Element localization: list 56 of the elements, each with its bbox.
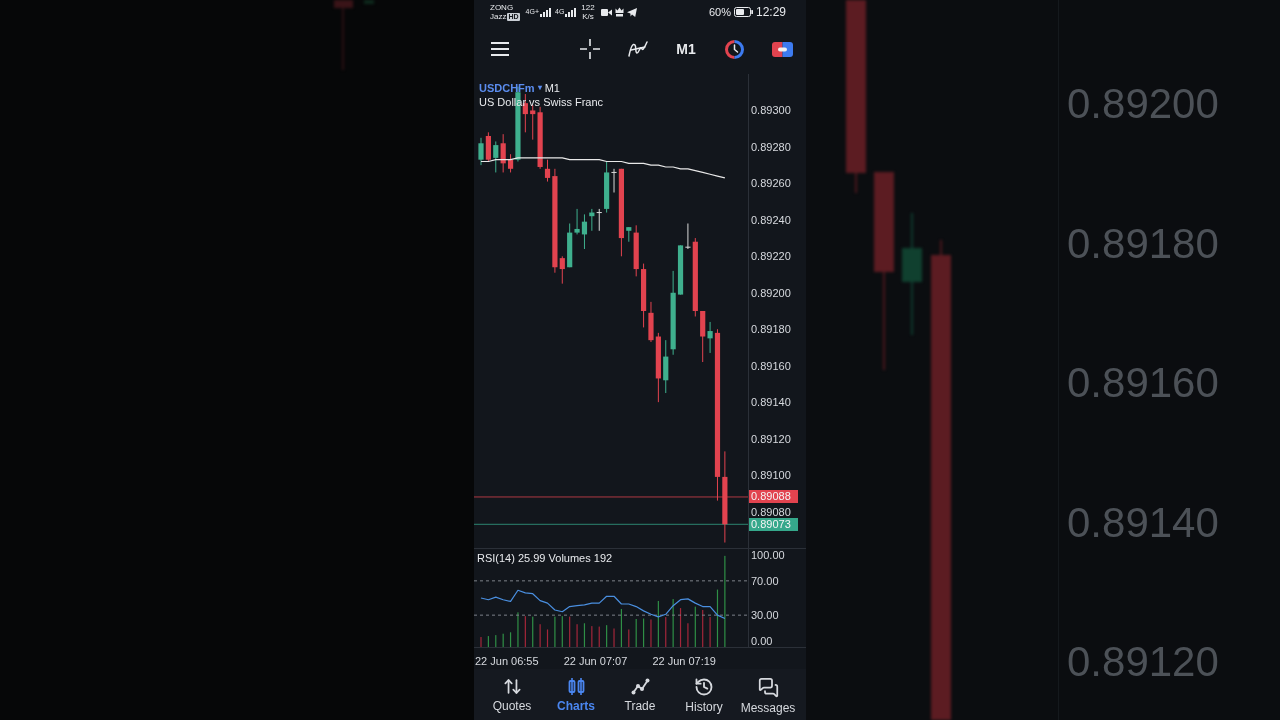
speed-value: 122 [581,3,595,12]
axis-label: 0.89140 [751,395,791,410]
axis-label: 0.89080 [751,504,791,519]
speed-unit: K/s [582,12,594,21]
chat-bubbles-icon [757,677,779,698]
axis-label: 0.89240 [751,212,791,227]
clock-time: 12:29 [755,5,786,19]
line-chart-icon [630,677,650,696]
backdrop-price-label: 0.89180 [1067,219,1220,268]
carrier-name: Jazz [490,12,507,21]
axis-label: 100.00 [751,548,785,563]
axis-label: 0.89180 [751,322,791,337]
wave-line-icon[interactable] [628,40,648,58]
arrows-up-down-icon [502,677,522,696]
axis-label: 0.00 [751,633,773,648]
time-label: 22 Jun 07:07 [563,655,628,667]
paper-plane-icon [626,7,637,17]
time-label: 22 Jun 07:19 [652,655,716,667]
axis-label: 0.89100 [751,468,791,483]
backdrop-price-label: 0.89140 [1067,498,1220,547]
price-tag: 0.89073 [749,517,798,531]
axis-label: 0.89200 [751,285,791,300]
history-icon [694,677,714,697]
crown-icon [614,7,624,17]
battery-percent: 60% [708,5,731,19]
axis-label: 0.89220 [751,249,791,264]
axis-label: 0.89260 [751,176,791,191]
timeframe-label: M1 [544,81,560,95]
axis-label: 70.00 [751,573,779,588]
nav-tab[interactable]: Trade [608,669,672,720]
candlestick-icon [566,677,586,696]
crosshair-icon[interactable] [580,39,600,59]
nav-tab[interactable]: Quotes [480,669,544,720]
nav-tab[interactable]: Charts [544,669,608,720]
time-label: 22 Jun 06:55 [475,655,539,667]
carrier-name: ZONG [490,3,515,12]
clock-icon[interactable] [724,39,744,59]
axis-label: 30.00 [751,608,779,623]
axis-label: 0.89280 [751,139,791,154]
menu-icon[interactable] [491,42,509,56]
backdrop-price-label: 0.89160 [1067,359,1220,407]
axis-label: 0.89120 [751,431,791,446]
backdrop-price-label: 0.89120 [1067,638,1220,686]
symbol-selector[interactable]: USDCHFm ▾ [479,81,542,95]
nav-tab[interactable]: History [672,669,736,720]
video-camera-icon [600,8,612,16]
nav-tab[interactable]: Messages [736,669,800,720]
signal-icon [565,7,577,17]
axis-label: 0.89300 [751,103,791,118]
timeframe-button[interactable]: M1 [676,40,696,58]
axis-label: 0.89160 [751,358,791,373]
toggle-icon[interactable] [771,41,793,57]
backdrop-price-label: 0.89200 [1067,80,1220,128]
price-tag: 0.89088 [749,490,798,504]
signal-icon [540,7,551,17]
battery-icon [733,7,753,17]
